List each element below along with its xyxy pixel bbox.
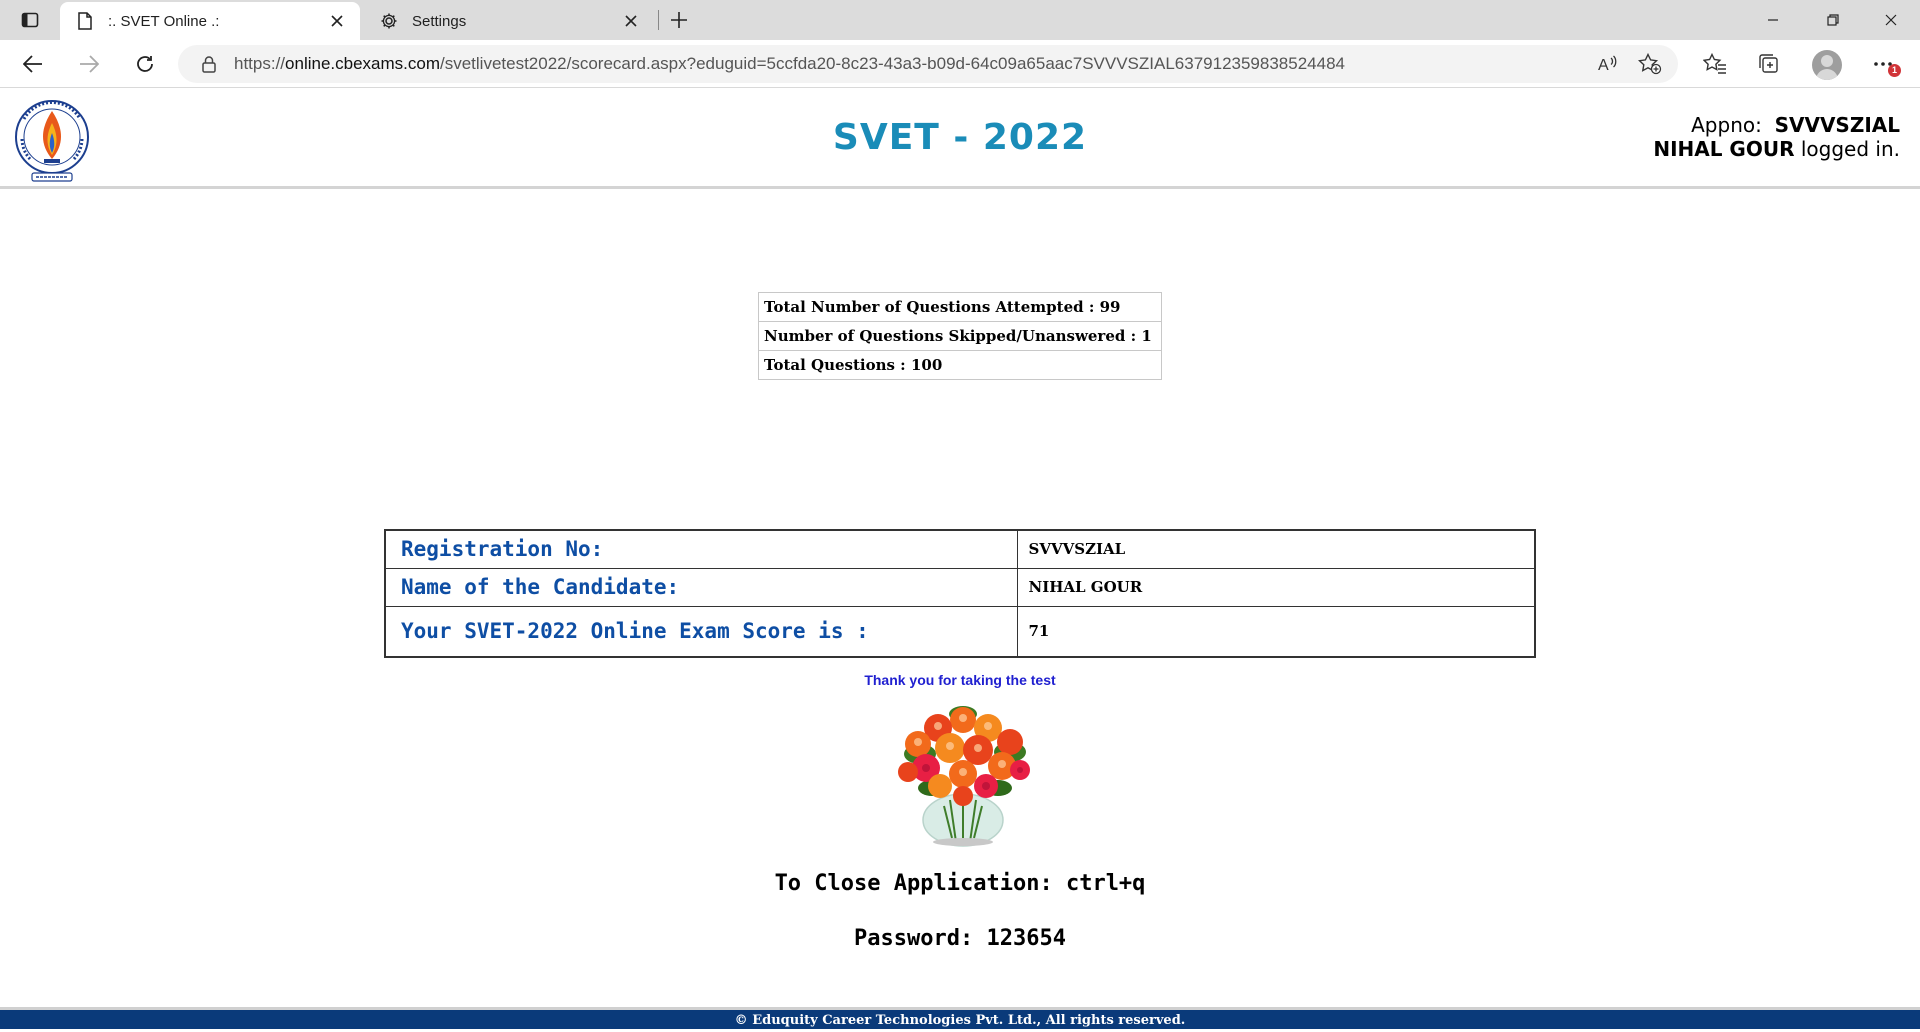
tab-actions-icon[interactable] — [18, 8, 42, 32]
url-prefix: https:// — [234, 54, 286, 73]
svg-text:A: A — [1598, 57, 1609, 74]
address-bar[interactable]: https://online.cbexams.com/svetlivetest2… — [178, 45, 1678, 83]
questions-summary-table: Total Number of Questions Attempted : 99… — [758, 292, 1162, 380]
table-row: Registration No: SVVVSZIAL — [384, 529, 1536, 569]
summary-row: Total Questions : 100 — [758, 350, 1162, 380]
browser-tab-bar: :. SVET Online .: Settings — [0, 0, 1920, 40]
avatar-head — [1821, 55, 1833, 67]
attempted-count: Total Number of Questions Attempted : 99 — [758, 292, 1162, 322]
logged-in-line: NIHAL GOUR logged in. — [1653, 137, 1900, 161]
tab-title: :. SVET Online .: — [108, 12, 220, 30]
notification-badge: 1 — [1888, 64, 1901, 77]
refresh-icon[interactable] — [128, 48, 162, 80]
back-icon[interactable] — [16, 48, 50, 80]
registration-label: Registration No: — [384, 529, 1018, 569]
close-tab-icon[interactable] — [326, 10, 348, 32]
profile-avatar[interactable] — [1812, 50, 1842, 80]
favorites-icon[interactable] — [1698, 48, 1732, 80]
tab-settings[interactable]: Settings — [364, 2, 654, 40]
appno-value: SVVVSZIAL — [1774, 113, 1900, 137]
flower-bouquet-image — [860, 692, 1066, 848]
table-row: Name of the Candidate: NIHAL GOUR — [384, 567, 1536, 607]
candidate-name-label: Name of the Candidate: — [384, 567, 1018, 607]
tab-svet-online[interactable]: :. SVET Online .: — [60, 2, 360, 40]
gear-icon — [378, 10, 400, 32]
minimize-icon[interactable] — [1744, 0, 1802, 40]
site-header: SVET - 2022 Appno: SVVVSZIAL NIHAL GOUR … — [0, 89, 1920, 189]
close-tab-icon[interactable] — [620, 10, 642, 32]
new-tab-icon[interactable] — [664, 6, 694, 34]
close-window-icon[interactable] — [1862, 0, 1920, 40]
score-label: Your SVET-2022 Online Exam Score is : — [384, 605, 1018, 658]
forward-icon[interactable] — [72, 48, 106, 80]
restore-icon[interactable] — [1804, 0, 1862, 40]
tab-separator — [658, 10, 659, 30]
add-favorite-icon[interactable] — [1636, 51, 1664, 77]
browser-toolbar: https://online.cbexams.com/svetlivetest2… — [0, 40, 1920, 88]
url-text[interactable]: https://online.cbexams.com/svetlivetest2… — [234, 54, 1345, 74]
appno-line: Appno: SVVVSZIAL — [1653, 113, 1900, 137]
collections-icon[interactable] — [1752, 48, 1786, 80]
score-value: 71 — [1016, 605, 1536, 658]
page-icon — [74, 10, 96, 32]
thank-you-message: Thank you for taking the test — [864, 672, 1056, 688]
user-name: NIHAL GOUR — [1653, 137, 1795, 161]
url-path: /svetlivetest2022/scorecard.aspx?eduguid… — [440, 54, 1345, 73]
footer-copyright: © Eduquity Career Technologies Pvt. Ltd.… — [0, 1007, 1920, 1029]
page-title: SVET - 2022 — [832, 117, 1088, 158]
read-aloud-icon[interactable]: A — [1594, 51, 1622, 77]
logged-in-text: logged in. — [1800, 137, 1900, 161]
url-host: online.cbexams.com — [285, 54, 440, 73]
summary-row: Number of Questions Skipped/Unanswered :… — [758, 321, 1162, 351]
page-content: SVET - 2022 Appno: SVVVSZIAL NIHAL GOUR … — [0, 89, 1920, 1030]
table-row: Your SVET-2022 Online Exam Score is : 71 — [384, 605, 1536, 658]
password-info: Password: 123654 — [854, 926, 1066, 951]
candidate-name-value: NIHAL GOUR — [1016, 567, 1536, 607]
appno-label: Appno: — [1691, 113, 1762, 137]
close-application-info: To Close Application: ctrl+q — [774, 871, 1146, 896]
summary-row: Total Number of Questions Attempted : 99 — [758, 292, 1162, 322]
total-count: Total Questions : 100 — [758, 350, 1162, 380]
avatar-body — [1816, 69, 1838, 80]
login-info: Appno: SVVVSZIAL NIHAL GOUR logged in. — [1653, 113, 1900, 161]
scorecard-table: Registration No: SVVVSZIAL Name of the C… — [384, 529, 1536, 658]
lock-icon[interactable] — [198, 53, 220, 75]
registration-value: SVVVSZIAL — [1016, 529, 1536, 569]
tab-title: Settings — [412, 12, 467, 30]
skipped-count: Number of Questions Skipped/Unanswered :… — [758, 321, 1162, 351]
